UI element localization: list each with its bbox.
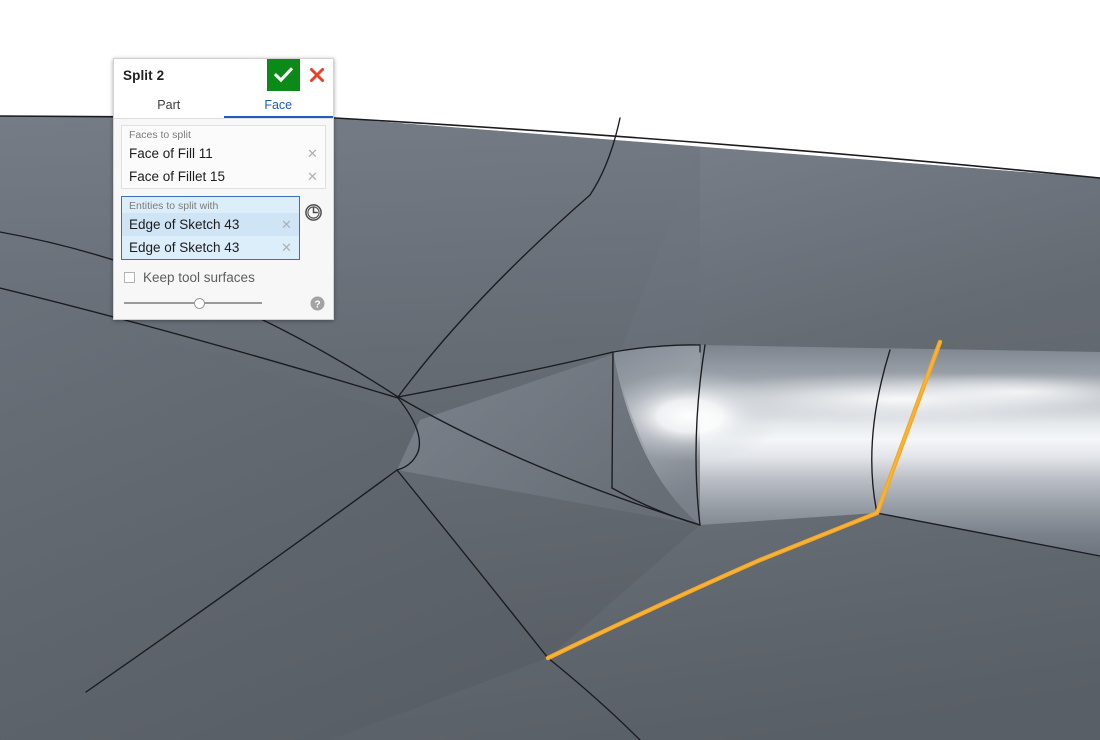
dialog-titlebar[interactable]: Split 2 [114, 59, 333, 92]
tab-part[interactable]: Part [114, 92, 224, 118]
keep-tool-surfaces-label: Keep tool surfaces [143, 270, 255, 285]
face-entry-label: Face of Fill 11 [129, 146, 306, 161]
remove-face-icon[interactable]: ✕ [306, 147, 319, 160]
list-item[interactable]: Edge of Sketch 43 ✕ [122, 236, 299, 259]
close-x-icon [309, 67, 325, 83]
faces-to-split-label: Faces to split [122, 126, 325, 142]
cancel-button[interactable] [300, 59, 333, 91]
help-icon[interactable]: ? [308, 296, 326, 311]
clock-icon[interactable] [300, 196, 326, 222]
svg-text:?: ? [314, 299, 320, 310]
tab-part-label: Part [157, 98, 180, 112]
transparency-slider[interactable] [124, 295, 308, 311]
checkbox-icon[interactable] [124, 272, 135, 283]
app-root: Split 2 Part Face [0, 0, 1100, 740]
tab-face-label: Face [264, 98, 292, 112]
split-feature-dialog[interactable]: Split 2 Part Face [113, 58, 334, 320]
face-entry-label: Face of Fillet 15 [129, 169, 306, 184]
entities-to-split-with-label: Entities to split with [122, 197, 299, 213]
list-item[interactable]: Face of Fillet 15 ✕ [122, 165, 325, 188]
entities-to-split-with-group[interactable]: Entities to split with Edge of Sketch 43… [121, 196, 300, 260]
list-item[interactable]: Edge of Sketch 43 ✕ [122, 213, 299, 236]
model-face-upper-right [700, 147, 1100, 352]
keep-tool-surfaces-checkbox[interactable]: Keep tool surfaces [121, 267, 326, 287]
dialog-body: Faces to split Face of Fill 11 ✕ Face of… [114, 119, 333, 319]
slider-thumb[interactable] [194, 298, 205, 309]
dialog-title: Split 2 [114, 59, 267, 91]
entity-entry-label: Edge of Sketch 43 [129, 240, 280, 255]
slider-track [124, 302, 262, 304]
list-item[interactable]: Face of Fill 11 ✕ [122, 142, 325, 165]
accept-button[interactable] [267, 59, 300, 91]
entity-entry-label: Edge of Sketch 43 [129, 217, 280, 232]
faces-to-split-group[interactable]: Faces to split Face of Fill 11 ✕ Face of… [121, 125, 326, 189]
dialog-tabs[interactable]: Part Face [114, 92, 333, 119]
remove-entity-icon[interactable]: ✕ [280, 218, 293, 231]
remove-entity-icon[interactable]: ✕ [280, 241, 293, 254]
slider-row: ? [121, 291, 326, 311]
remove-face-icon[interactable]: ✕ [306, 170, 319, 183]
tab-face[interactable]: Face [224, 92, 334, 118]
checkmark-icon [274, 67, 293, 83]
entities-row: Entities to split with Edge of Sketch 43… [121, 196, 326, 260]
